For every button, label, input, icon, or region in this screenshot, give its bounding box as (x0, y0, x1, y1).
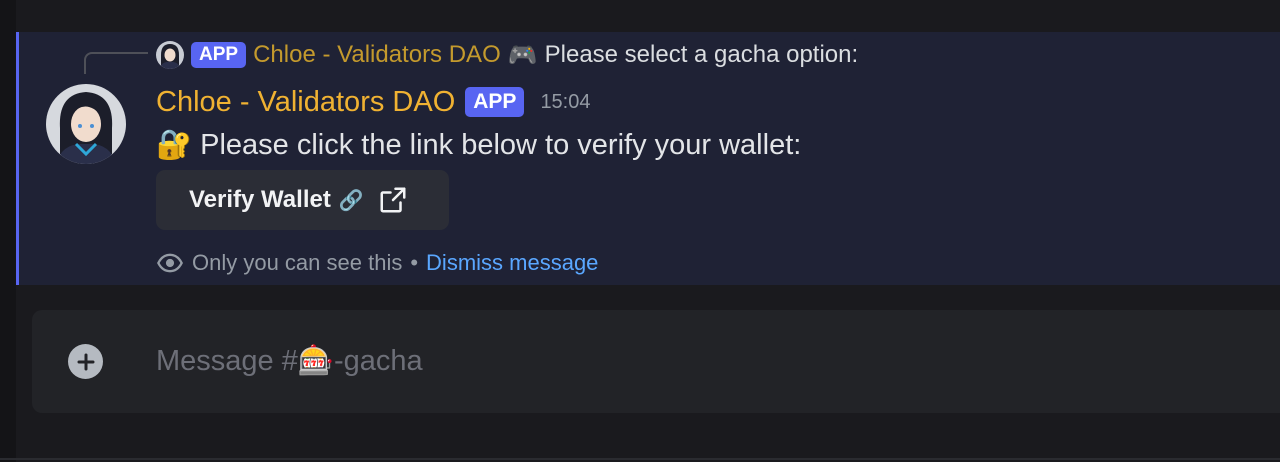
app-badge: APP (465, 87, 525, 117)
placeholder-channel: -gacha (333, 344, 423, 377)
verify-wallet-button[interactable]: Verify Wallet 🔗 (156, 170, 449, 230)
bottom-divider (0, 458, 1280, 460)
reply-message-text[interactable]: Please select a gacha option: (545, 41, 859, 69)
app-badge: APP (191, 42, 247, 68)
link-emoji: 🔗 (338, 189, 364, 212)
avatar-image (156, 41, 184, 69)
reply-author-name[interactable]: Chloe - Validators DAO (253, 41, 501, 69)
add-attachment-button[interactable] (68, 344, 103, 379)
reply-reference[interactable]: APP Chloe - Validators DAO 🎮 Please sele… (156, 40, 858, 70)
message-timestamp[interactable]: 15:04 (540, 91, 590, 114)
separator-dot: • (410, 250, 419, 275)
author-avatar[interactable] (46, 84, 126, 164)
channel-sidebar-edge (0, 0, 16, 462)
slot-machine-emoji: 🎰 (297, 345, 334, 377)
message-content: 🔐 Please click the link below to verify … (156, 122, 801, 168)
plus-icon (77, 353, 94, 370)
reply-connector (84, 52, 148, 74)
eye-icon (157, 253, 183, 273)
ephemeral-notice: Only you can see this • Dismiss message (156, 248, 598, 278)
lock-key-emoji: 🔐 (156, 129, 193, 161)
message-header: Chloe - Validators DAO APP 15:04 (156, 84, 591, 120)
placeholder-prefix: Message # (156, 344, 298, 377)
reply-emoji: 🎮 (507, 41, 538, 69)
reply-avatar[interactable] (156, 41, 184, 69)
ephemeral-text: Only you can see this (192, 250, 403, 275)
avatar-image (46, 84, 126, 164)
message-input[interactable]: Message # 🎰 -gacha (156, 338, 1256, 384)
message-text: Please click the link below to verify yo… (200, 128, 802, 161)
author-name[interactable]: Chloe - Validators DAO (156, 86, 455, 119)
dismiss-message-link[interactable]: Dismiss message (426, 250, 598, 276)
external-link-icon (380, 187, 406, 213)
verify-wallet-label: Verify Wallet (189, 186, 331, 213)
